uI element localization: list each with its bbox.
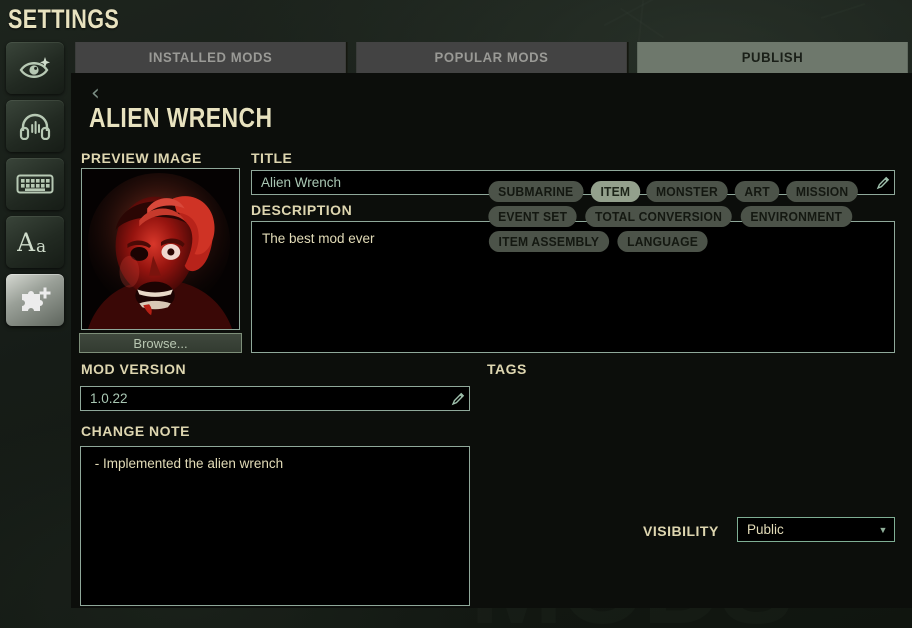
svg-text:A: A (17, 228, 36, 256)
page-title: SETTINGS (8, 4, 120, 34)
sidebar-item-mods[interactable] (6, 274, 64, 326)
title-label: TITLE (251, 150, 293, 166)
sidebar-item-text[interactable]: A a (6, 216, 64, 268)
visibility-select[interactable]: Public ▼ (737, 517, 895, 542)
description-label: DESCRIPTION (251, 202, 353, 218)
preview-image[interactable] (81, 168, 240, 330)
tag-event-set[interactable]: EVENT SET (488, 206, 577, 227)
tag-item-assembly[interactable]: ITEM ASSEMBLY (488, 231, 609, 252)
bg-streak (603, 0, 667, 27)
mod-version-label: MOD VERSION (81, 361, 187, 377)
tags-label: TAGS (487, 361, 527, 377)
preview-image-label: PREVIEW IMAGE (81, 150, 202, 166)
browse-button[interactable]: Browse... (79, 333, 242, 353)
tag-total-conversion[interactable]: TOTAL CONVERSION (585, 206, 733, 227)
chevron-down-icon[interactable]: ▼ (872, 525, 894, 535)
tag-item[interactable]: ITEM (590, 181, 640, 202)
sidebar: A a (6, 42, 68, 332)
tag-art[interactable]: ART (734, 181, 780, 202)
tab-bar: INSTALLED MODS POPULAR MODS PUBLISH (71, 42, 912, 73)
publish-panel: ‹ ALIEN WRENCH PREVIEW IMAGE Browse... T… (71, 73, 912, 608)
tab-popular-mods[interactable]: POPULAR MODS (356, 42, 629, 73)
mod-version-value: 1.0.22 (90, 391, 128, 406)
bg-streak (619, 7, 665, 39)
settings-window: MODS SETTINGS (0, 0, 912, 628)
bg-streak (637, 0, 645, 42)
keyboard-icon (16, 172, 54, 196)
svg-text:a: a (36, 237, 46, 256)
headphones-icon (19, 112, 51, 140)
puzzle-plus-icon (18, 286, 52, 314)
eye-sparkle-icon (18, 55, 52, 81)
visibility-value: Public (747, 522, 784, 537)
tag-mission[interactable]: MISSION (786, 181, 859, 202)
change-note-value: - Implemented the alien wrench (91, 456, 284, 471)
change-note-textarea[interactable]: - Implemented the alien wrench (80, 446, 470, 606)
description-value: The best mod ever (262, 231, 375, 246)
tag-environment[interactable]: ENVIRONMENT (740, 206, 853, 227)
sidebar-item-audio[interactable] (6, 100, 64, 152)
tags-list: SUBMARINE ITEM MONSTER ART MISSION EVENT… (487, 181, 903, 252)
tab-installed-mods[interactable]: INSTALLED MODS (75, 42, 348, 73)
mod-title: ALIEN WRENCH (89, 102, 273, 133)
visibility-label: VISIBILITY (643, 523, 719, 539)
change-note-label: CHANGE NOTE (81, 423, 190, 439)
tab-publish[interactable]: PUBLISH (637, 42, 908, 73)
sidebar-item-graphics[interactable] (6, 42, 64, 94)
text-aa-icon: A a (17, 228, 53, 256)
tag-language[interactable]: LANGUAGE (617, 231, 708, 252)
pencil-icon[interactable] (447, 392, 469, 406)
tag-monster[interactable]: MONSTER (646, 181, 728, 202)
mod-version-input[interactable]: 1.0.22 (80, 386, 470, 411)
tag-submarine[interactable]: SUBMARINE (488, 181, 584, 202)
sidebar-item-controls[interactable] (6, 158, 64, 210)
bg-streak (820, 2, 866, 20)
